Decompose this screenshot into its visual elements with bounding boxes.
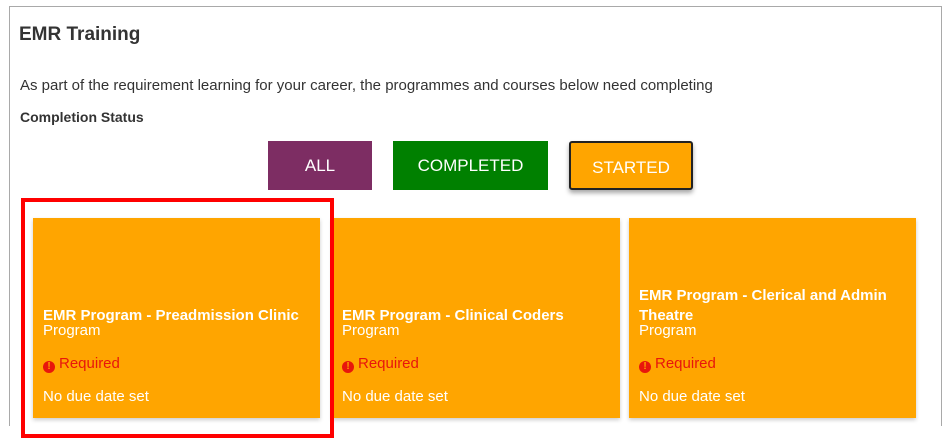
card-title: EMR Program - Clerical and Admin Theatre xyxy=(639,287,887,324)
filter-completed-button[interactable]: COMPLETED xyxy=(393,141,548,190)
filter-started-button[interactable]: STARTED xyxy=(569,141,693,190)
program-card-clinical-coders[interactable]: EMR Program - Clinical Coders Program ! R… xyxy=(332,218,620,418)
required-label: Required xyxy=(358,355,419,372)
due-date-text: No due date set xyxy=(639,388,745,405)
exclamation-circle-icon: ! xyxy=(342,361,354,373)
completion-status-label: Completion Status xyxy=(20,109,144,125)
page-title: EMR Training xyxy=(19,24,141,45)
exclamation-circle-icon: ! xyxy=(639,361,651,373)
required-label: Required xyxy=(655,355,716,372)
filter-all-button[interactable]: ALL xyxy=(268,141,372,190)
due-date-text: No due date set xyxy=(342,388,448,405)
required-badge: ! Required xyxy=(639,355,716,373)
card-type: Program xyxy=(639,322,697,339)
highlight-box xyxy=(21,198,334,438)
required-badge: ! Required xyxy=(342,355,419,373)
card-type: Program xyxy=(342,322,400,339)
program-card-clerical-admin-theatre[interactable]: EMR Program - Clerical and Admin Theatre… xyxy=(629,218,916,418)
intro-text: As part of the requirement learning for … xyxy=(20,77,713,94)
